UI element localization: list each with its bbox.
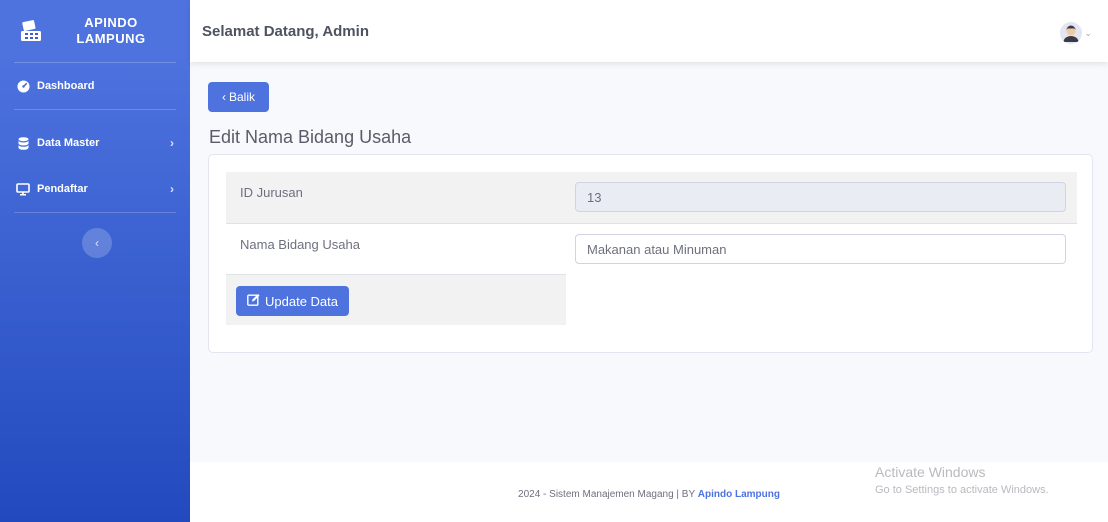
table-row: Update Data	[226, 274, 566, 325]
sidebar-item-label: Pendaftar	[37, 183, 88, 195]
name-input[interactable]: Makanan atau Minuman	[575, 234, 1066, 264]
brand-line2: LAMPUNG	[76, 31, 146, 46]
table-row: Nama Bidang Usaha Makanan atau Minuman	[226, 223, 1077, 274]
id-field-value: 13	[587, 189, 602, 205]
back-button-label: Balik	[228, 90, 255, 104]
table-row: ID Jurusan 13	[226, 172, 1077, 223]
footer-link[interactable]: Apindo Lampung	[698, 489, 780, 500]
edit-form-card: ID Jurusan 13 Nama Bidang Usaha Makanan …	[208, 154, 1093, 353]
sidebar-item-pendaftar[interactable]: Pendaftar ›	[0, 166, 190, 212]
page-title: Edit Nama Bidang Usaha	[209, 127, 412, 147]
edit-icon	[247, 293, 260, 309]
sidebar: APINDO LAMPUNG Dashboard Data Master › P…	[0, 0, 190, 522]
back-button[interactable]: ‹ Balik	[208, 82, 269, 112]
avatar	[1060, 22, 1083, 44]
name-label: Nama Bidang Usaha	[240, 237, 360, 252]
sidebar-item-data-master[interactable]: Data Master ›	[0, 120, 190, 166]
name-input-value: Makanan atau Minuman	[587, 241, 727, 257]
desktop-icon	[16, 182, 30, 196]
sidebar-divider	[14, 212, 176, 213]
sidebar-divider	[14, 109, 176, 110]
sidebar-item-dashboard[interactable]: Dashboard	[0, 63, 190, 109]
activate-windows-watermark: Activate Windows Go to Settings to activ…	[875, 464, 1049, 496]
brand[interactable]: APINDO LAMPUNG	[0, 0, 190, 62]
brand-name: APINDO LAMPUNG	[44, 15, 178, 47]
chevron-right-icon: ›	[170, 182, 174, 196]
user-menu[interactable]: ⌄	[1060, 22, 1092, 44]
watermark-subtitle: Go to Settings to activate Windows.	[875, 484, 1049, 496]
update-data-button[interactable]: Update Data	[236, 286, 349, 316]
id-field: 13	[575, 182, 1066, 212]
database-icon	[16, 136, 30, 150]
id-label: ID Jurusan	[240, 185, 303, 200]
brand-line1: APINDO	[84, 15, 138, 30]
sidebar-item-label: Dashboard	[37, 80, 95, 92]
chevron-left-icon: ‹	[95, 236, 99, 250]
chevron-right-icon: ›	[170, 136, 174, 150]
chevron-down-icon: ⌄	[1084, 27, 1092, 38]
welcome-text: Selamat Datang, Admin	[202, 22, 369, 40]
footer-copyright: 2024 - Sistem Manajemen Magang | BY	[518, 489, 695, 500]
cash-register-icon	[18, 18, 44, 44]
tachometer-icon	[16, 79, 30, 93]
sidebar-toggle-button[interactable]: ‹	[82, 228, 112, 258]
update-data-label: Update Data	[265, 293, 338, 309]
sidebar-item-label: Data Master	[37, 137, 100, 149]
watermark-title: Activate Windows	[875, 464, 986, 480]
chevron-left-icon: ‹	[221, 90, 226, 104]
topbar: Selamat Datang, Admin ⌄	[190, 0, 1108, 62]
main-content: ‹ Balik Edit Nama Bidang Usaha ID Jurusa…	[190, 62, 1108, 462]
